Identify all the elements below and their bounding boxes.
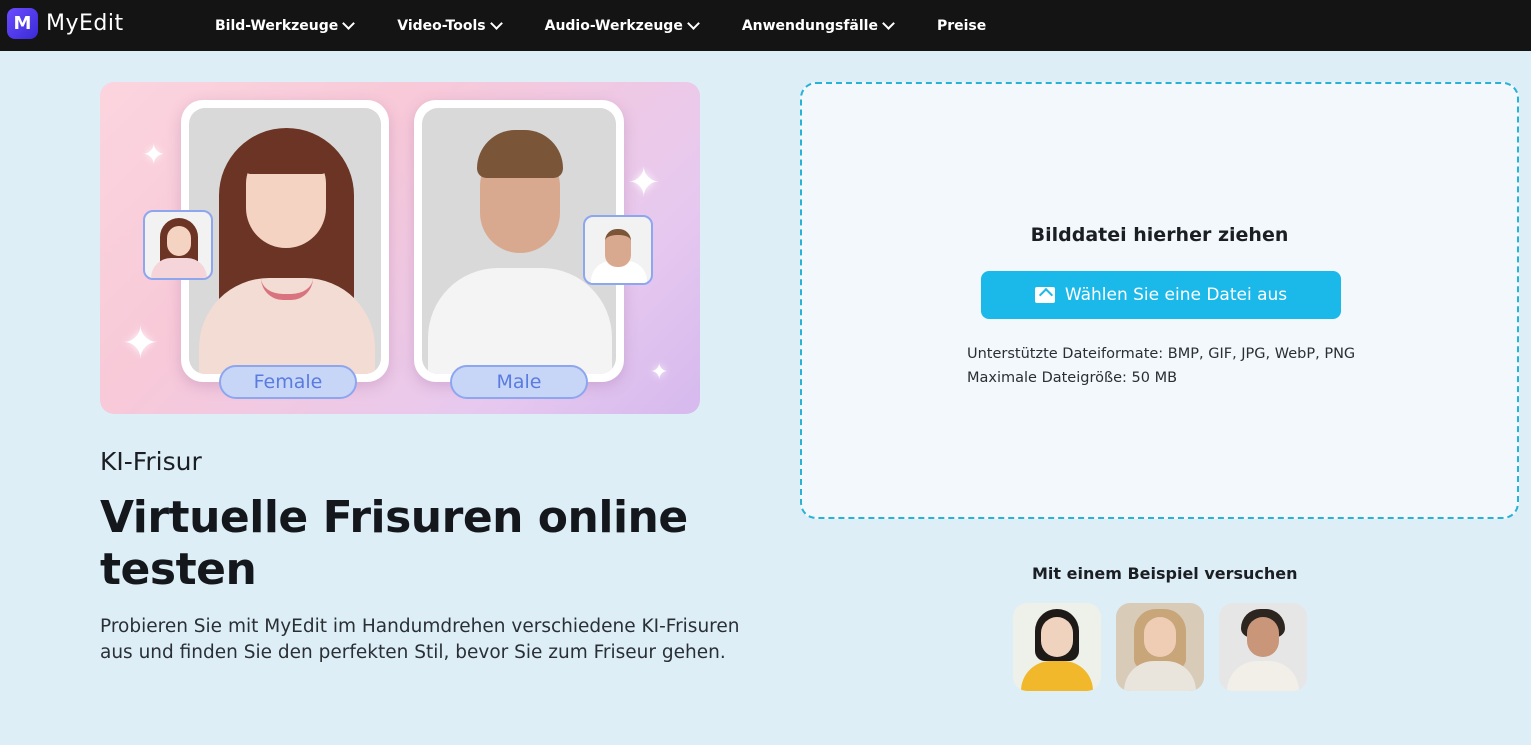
male-reference-thumbnail: [583, 215, 653, 285]
brand-name: MyEdit: [46, 11, 124, 36]
choose-file-button[interactable]: Wählen Sie eine Datei aus: [981, 271, 1341, 319]
chevron-down-icon: [882, 17, 895, 30]
female-portrait-image: [189, 108, 381, 374]
nav-item-anwendungsfaelle[interactable]: Anwendungsfälle: [741, 17, 895, 34]
file-drop-zone[interactable]: Bilddatei hierher ziehen Wählen Sie eine…: [800, 82, 1519, 519]
main-menu: Bild-Werkzeuge Video-Tools Audio-Werkzeu…: [215, 0, 1030, 51]
nav-item-preise[interactable]: Preise: [937, 18, 986, 34]
drop-zone-title: Bilddatei hierher ziehen: [1030, 224, 1289, 246]
sparkle-icon: ✦: [142, 138, 166, 171]
nav-item-bild-werkzeuge[interactable]: Bild-Werkzeuge: [215, 17, 356, 34]
hero-illustration: ✦ ✦ ✦ ✦ Female Male: [100, 82, 700, 414]
myedit-logo-icon: M: [7, 8, 38, 39]
sparkle-icon: ✦: [627, 160, 661, 206]
nav-item-video-tools[interactable]: Video-Tools: [397, 17, 503, 34]
example-image-woman-yellow[interactable]: [1013, 603, 1101, 691]
nav-item-label: Video-Tools: [397, 17, 486, 34]
example-image-man-sweater[interactable]: [1219, 603, 1307, 691]
page-description: Probieren Sie mit MyEdit im Handumdrehen…: [100, 616, 740, 663]
page-title: Virtuelle Frisuren online testen: [100, 492, 688, 595]
nav-item-label: Anwendungsfälle: [741, 17, 878, 34]
examples-title: Mit einem Beispiel versuchen: [1032, 564, 1298, 583]
female-reference-thumbnail: [143, 210, 213, 280]
file-requirements: Unterstützte Dateiformate: BMP, GIF, JPG…: [967, 342, 1355, 390]
brand-logo[interactable]: M MyEdit: [7, 8, 124, 39]
chevron-down-icon: [686, 17, 700, 30]
nav-item-label: Bild-Werkzeuge: [215, 17, 339, 34]
sparkle-icon: ✦: [122, 318, 159, 369]
page-eyebrow: KI-Frisur: [100, 447, 202, 476]
upload-folder-icon: [1034, 287, 1055, 303]
top-navigation-bar: M MyEdit Bild-Werkzeuge Video-Tools Audi…: [0, 0, 1531, 51]
nav-item-label: Audio-Werkzeuge: [544, 17, 683, 34]
chevron-down-icon: [342, 17, 356, 30]
choose-file-button-label: Wählen Sie eine Datei aus: [1064, 285, 1288, 305]
male-label-badge: Male: [450, 365, 588, 399]
supported-formats-text: Unterstützte Dateiformate: BMP, GIF, JPG…: [967, 346, 1356, 362]
nav-item-audio-werkzeuge[interactable]: Audio-Werkzeuge: [544, 17, 700, 34]
max-file-size-text: Maximale Dateigröße: 50 MB: [967, 370, 1178, 386]
sparkle-icon: ✦: [650, 360, 669, 385]
example-image-woman-blonde[interactable]: [1116, 603, 1204, 691]
chevron-down-icon: [489, 17, 503, 30]
female-label-badge: Female: [219, 365, 357, 399]
nav-item-label: Preise: [936, 17, 987, 34]
